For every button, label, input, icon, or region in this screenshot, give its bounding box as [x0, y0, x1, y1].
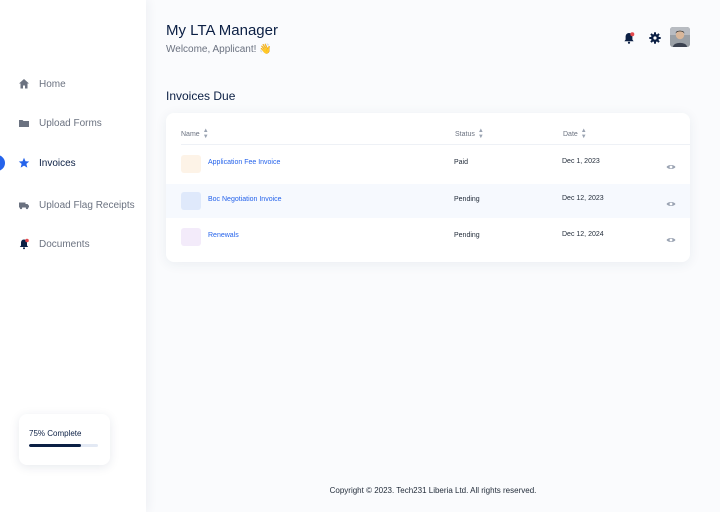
table-row[interactable]: Boc Negotiation Invoice Pending Dec 12, … — [166, 184, 690, 218]
table-row[interactable]: Application Fee Invoice Paid Dec 1, 2023 — [166, 147, 690, 181]
invoice-status: Pending — [454, 196, 480, 203]
section-title: Invoices Due — [166, 89, 236, 103]
header-divider — [181, 144, 690, 145]
sidebar: Home Upload Forms Invoices Upload Flag R… — [0, 0, 146, 512]
eye-icon[interactable] — [666, 232, 676, 243]
sidebar-item-label: Documents — [39, 238, 90, 250]
home-icon — [18, 78, 30, 90]
invoice-date: Dec 12, 2023 — [562, 195, 604, 202]
column-header-name[interactable]: Name ▲ ▼ — [181, 128, 209, 140]
sort-icon: ▲ ▼ — [580, 128, 587, 140]
invoice-name-link[interactable]: Application Fee Invoice — [208, 159, 280, 166]
invoice-date: Dec 12, 2024 — [562, 231, 604, 238]
column-header-date[interactable]: Date ▲ ▼ — [563, 128, 587, 140]
sidebar-item-home[interactable]: Home — [0, 72, 146, 96]
column-header-label: Date — [563, 130, 578, 138]
sidebar-item-upload-flag-receipts[interactable]: Upload Flag Receipts — [0, 193, 146, 217]
invoice-thumbnail — [181, 192, 201, 210]
progress-fill — [29, 444, 81, 447]
invoice-thumbnail — [181, 228, 201, 246]
column-header-status[interactable]: Status ▲ ▼ — [455, 128, 484, 140]
sidebar-item-label: Upload Flag Receipts — [39, 199, 135, 211]
page-title: My LTA Manager — [166, 22, 278, 39]
sort-icon: ▲ ▼ — [477, 128, 484, 140]
sidebar-item-invoices[interactable]: Invoices — [0, 151, 146, 175]
column-header-label: Name — [181, 130, 200, 138]
footer-copyright: Copyright © 2023. Tech231 Liberia Ltd. A… — [329, 486, 537, 495]
progress-label: 75% Complete — [29, 429, 82, 438]
invoice-name-link[interactable]: Boc Negotiation Invoice — [208, 196, 282, 203]
folder-icon — [18, 117, 30, 129]
invoice-thumbnail — [181, 155, 201, 173]
notification-bell-icon[interactable] — [622, 31, 636, 45]
invoices-table: Name ▲ ▼ Status ▲ ▼ Date ▲ ▼ Application Fe… — [166, 113, 690, 262]
invoice-name-link[interactable]: Renewals — [208, 232, 239, 239]
star-icon — [18, 157, 30, 169]
active-indicator — [0, 155, 5, 171]
bell-icon — [18, 238, 30, 250]
truck-icon — [18, 199, 30, 211]
progress-card: 75% Complete — [19, 414, 110, 465]
column-header-label: Status — [455, 130, 475, 138]
invoice-status: Paid — [454, 159, 469, 166]
sidebar-item-documents[interactable]: Documents — [0, 232, 146, 256]
progress-bar — [29, 444, 98, 447]
user-avatar[interactable] — [670, 27, 690, 47]
eye-icon[interactable] — [666, 196, 676, 207]
sort-icon: ▲ ▼ — [202, 128, 209, 140]
sidebar-item-label: Home — [39, 78, 66, 90]
main-content: My LTA Manager Welcome, Applicant! 👋 Inv… — [146, 0, 720, 512]
sidebar-item-label: Invoices — [39, 157, 76, 169]
gear-icon[interactable] — [648, 31, 662, 45]
invoice-date: Dec 1, 2023 — [562, 158, 600, 165]
eye-icon[interactable] — [666, 159, 676, 170]
sidebar-item-label: Upload Forms — [39, 117, 102, 129]
invoice-status: Pending — [454, 232, 480, 239]
sidebar-item-upload-forms[interactable]: Upload Forms — [0, 111, 146, 135]
welcome-message: Welcome, Applicant! 👋 — [166, 44, 272, 55]
table-row[interactable]: Renewals Pending Dec 12, 2024 — [166, 220, 690, 254]
